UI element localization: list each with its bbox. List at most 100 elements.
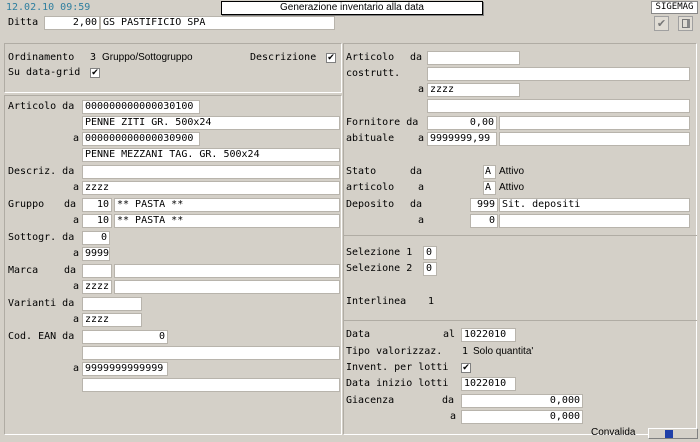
convalida-button[interactable] [648,428,698,439]
giacenza-a-label: a [450,411,457,422]
articolo-a-label: a [73,133,80,144]
tipo-value[interactable]: 1 [462,345,468,359]
gruppo-a-input[interactable]: 10 [82,214,112,228]
varianti-a-label: a [73,314,80,325]
exit-icon [681,19,690,28]
gruppo-da-input[interactable]: 10 [82,198,112,212]
datagrid-label: Su data-grid [8,67,81,78]
selezione2-label: Selezione 2 [346,263,413,274]
datetime: 12.02.10 09:59 [6,2,91,13]
ditta-code-input[interactable]: 2,00 [44,16,100,30]
gruppo-a-desc: ** PASTA ** [114,214,340,228]
giacenza-da-label: da [442,395,455,406]
tipo-text: Solo quantita' [473,346,534,357]
convalida-icon [665,430,673,438]
data-input[interactable]: 1022010 [461,328,516,342]
ordinamento-label: Ordinamento [8,52,75,63]
gruppo-da-label: da [64,199,77,210]
gruppo-a-label: a [73,215,80,226]
deposito-a-input[interactable]: 0 [470,214,498,228]
varianti-da-input[interactable] [82,297,142,311]
deposito-a-desc [499,214,690,228]
costrutt-label: costrutt. [346,68,401,79]
fornitore-a-desc [499,132,690,146]
lotti-checkbox[interactable]: ✔ [461,363,471,373]
art-costrutt-da-desc [427,67,690,81]
art-costrutt-label: Articolo [346,52,395,63]
articolo-a-input[interactable]: 000000000000030900 [82,132,200,146]
descrizione-checkbox[interactable]: ✔ [326,53,336,63]
tipo-label: Tipo valorizzaz. [346,346,443,357]
selezione1-input[interactable]: 0 [423,246,437,260]
deposito-da-input[interactable]: 999 [470,198,498,212]
giacenza-label: Giacenza [346,395,395,406]
art-costrutt-da-input[interactable] [427,51,520,65]
datagrid-checkbox[interactable]: ✔ [90,68,100,78]
marca-a-desc [114,280,340,294]
ean-label: Cod. EAN da [8,331,75,342]
art-costrutt-a-input[interactable]: zzzz [427,83,520,97]
articolo-da-label: Articolo da [8,101,75,112]
stato-label: Stato [346,166,377,177]
data-al-label: al [443,329,456,340]
varianti-a-input[interactable]: zzzz [82,313,142,327]
fornitore-da-input[interactable]: 0,00 [427,116,497,130]
art-costrutt-a-desc [427,99,690,113]
deposito-a-label: a [418,215,425,226]
art-costrutt-a-label: a [418,84,425,95]
art-costrutt-da-label: da [410,52,423,63]
confirm-check-button[interactable]: ✔ [654,16,669,31]
exit-button[interactable] [678,16,693,31]
window-title: Generazione inventario alla data [221,1,483,15]
ean-a-label: a [73,363,80,374]
fornitore-a-input[interactable]: 9999999,99 [427,132,497,146]
descriz-label: Descriz. da [8,166,75,177]
ean-da-desc [82,346,340,360]
sottogr-a-label: a [73,248,80,259]
varianti-label: Varianti da [8,298,75,309]
articolo2-label: articolo [346,182,395,193]
giacenza-da-input[interactable]: 0,000 [461,394,583,408]
ean-da-input[interactable]: 0 [82,330,168,344]
sottogr-a-input[interactable]: 9999 [82,247,110,261]
lotti-label: Invent. per lotti [346,362,449,373]
deposito-label: Deposito [346,199,395,210]
data-label: Data [346,329,371,340]
marca-a-label: a [73,281,80,292]
giacenza-a-input[interactable]: 0,000 [461,410,583,424]
marca-label: Marca [8,265,39,276]
stato-da-label: da [410,166,423,177]
selezione1-label: Selezione 1 [346,247,413,258]
fornitore-da-desc [499,116,690,130]
abituale-label: abituale [346,133,395,144]
sottogr-label: Sottogr. da [8,232,75,243]
ordinamento-value[interactable]: 3 [90,51,96,65]
ditta-name-field: GS PASTIFICIO SPA [100,16,335,30]
ean-a-input[interactable]: 9999999999999 [82,362,168,376]
marca-a-input[interactable]: zzzz [82,280,112,294]
app-badge: SIGEMAG [651,1,698,14]
sottogr-da-input[interactable]: 0 [82,231,110,245]
descriz-da-input[interactable] [82,165,340,179]
marca-da-input[interactable] [82,264,112,278]
deposito-da-label: da [410,199,423,210]
stato-da-input[interactable]: A [483,165,496,179]
data-lotti-label: Data inizio lotti [346,378,449,389]
gruppo-da-desc: ** PASTA ** [114,198,340,212]
ean-a-desc [82,378,340,392]
descriz-a-input[interactable]: zzzz [82,181,340,195]
interlinea-input[interactable]: 1 [428,295,434,309]
marca-da-desc [114,264,340,278]
data-lotti-input[interactable]: 1022010 [461,377,516,391]
marca-da-label: da [64,265,77,276]
articolo-da-desc: PENNE ZITI GR. 500x24 [82,116,340,130]
selezione2-input[interactable]: 0 [423,262,437,276]
articolo-da-input[interactable]: 000000000000030100 [82,100,200,114]
convalida-label: Convalida [591,427,636,438]
ordinamento-text: Gruppo/Sottogruppo [102,52,193,63]
fornitore-label: Fornitore da [346,117,419,128]
stato-a-input[interactable]: A [483,181,496,195]
articolo-a-desc: PENNE MEZZANI TAG. GR. 500x24 [82,148,340,162]
stato-a-label: a [418,182,425,193]
check-icon: ✔ [656,17,667,30]
